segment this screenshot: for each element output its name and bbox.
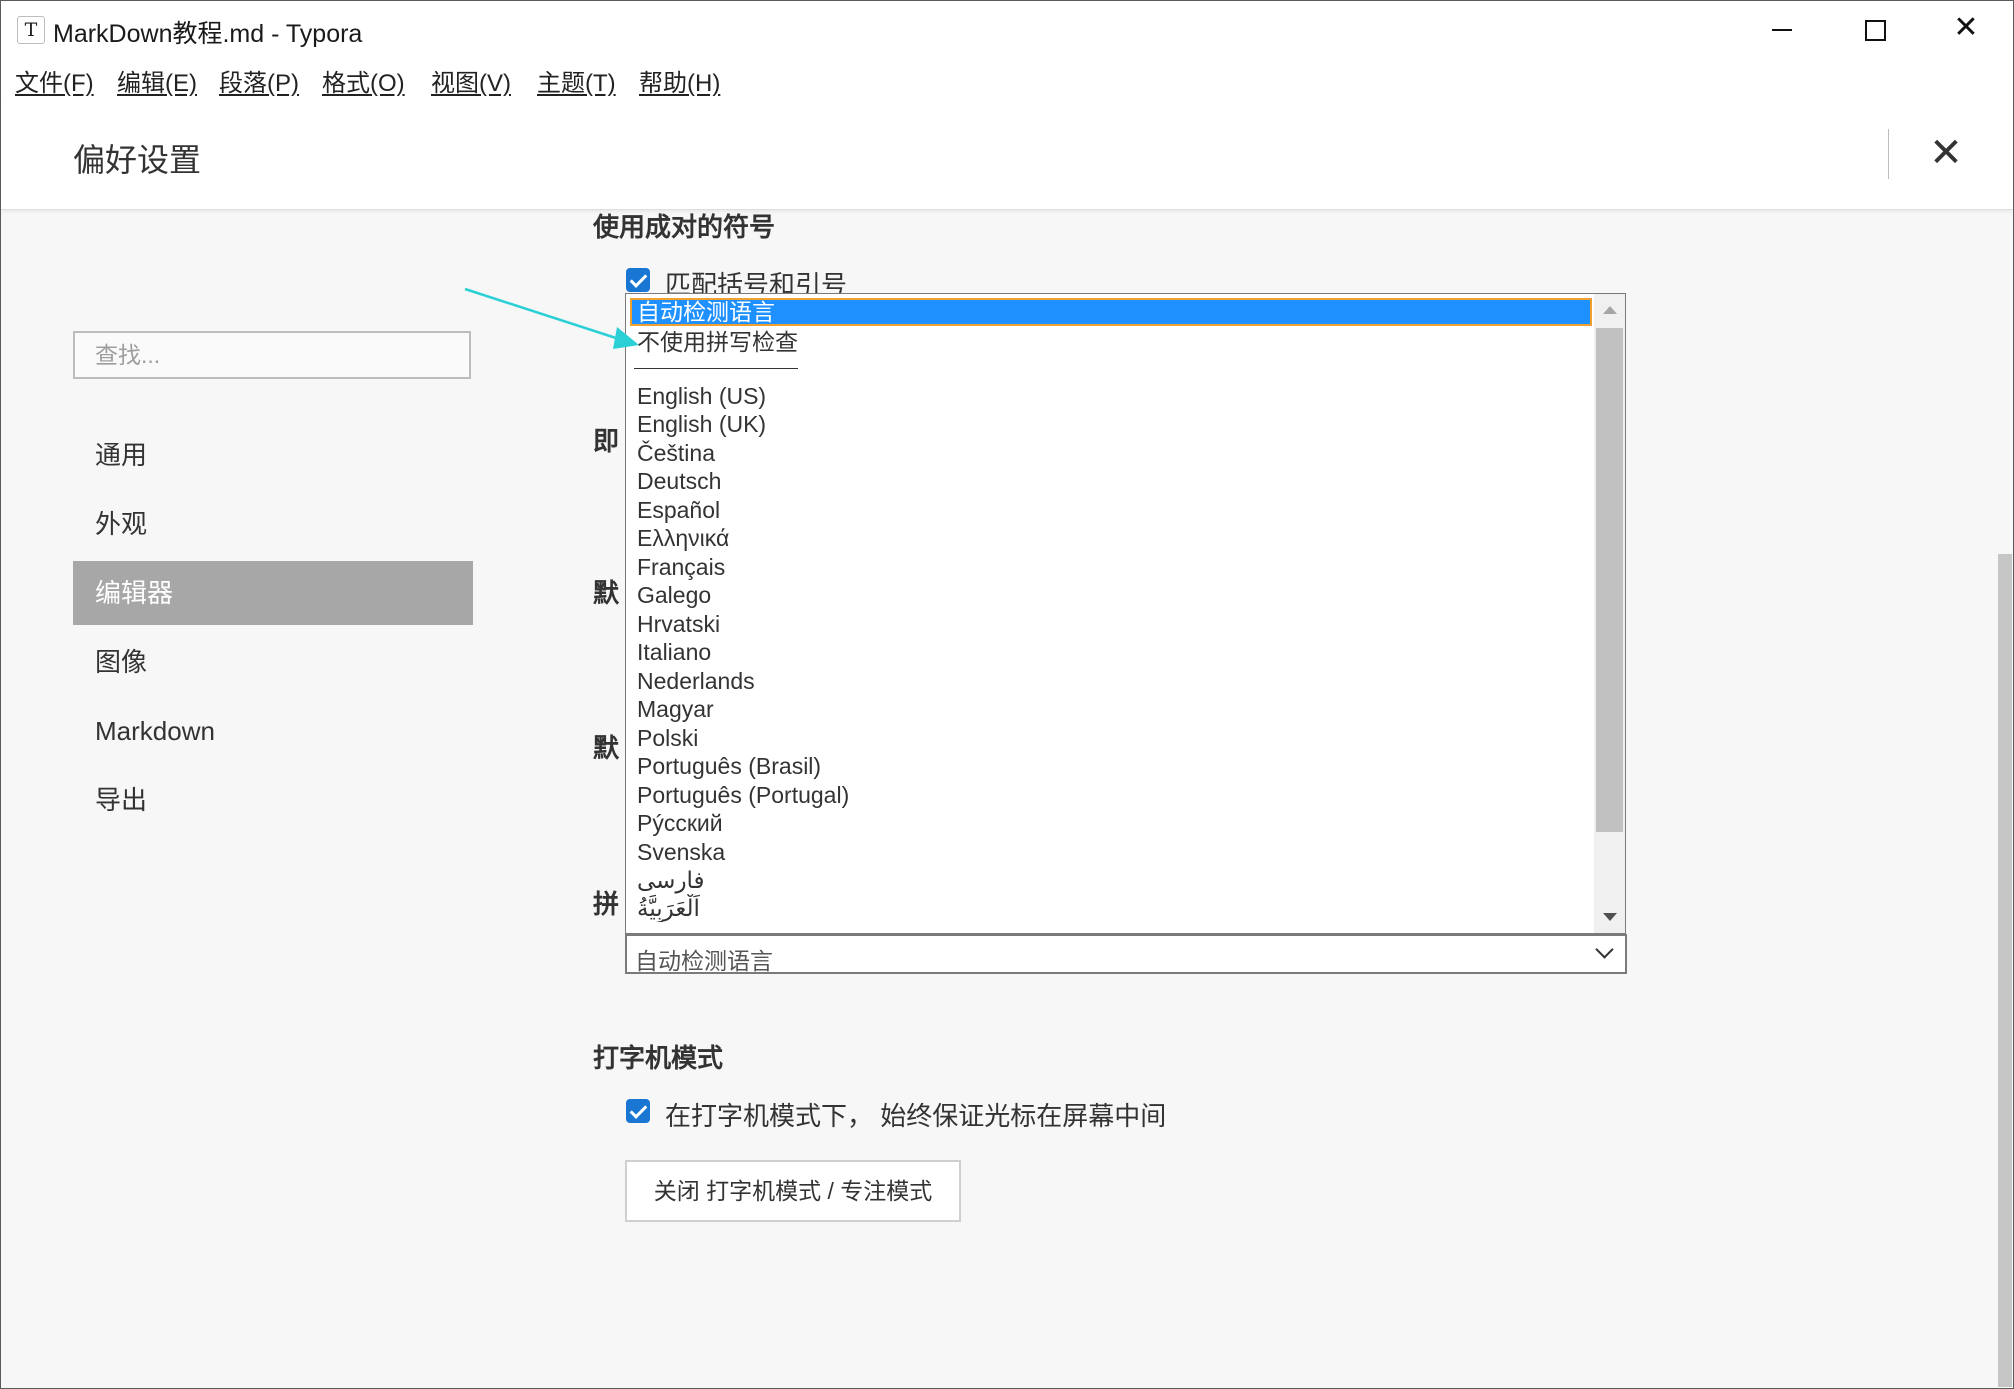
maximize-icon	[1865, 20, 1886, 41]
dropdown-scroll-thumb[interactable]	[1596, 328, 1623, 832]
typewriter-center-checkbox[interactable]	[626, 1099, 650, 1123]
menu-edit[interactable]: 编辑(E)	[117, 63, 197, 98]
typora-app-icon: T	[17, 16, 45, 44]
section-title-paired-symbols: 使用成对的符号	[593, 212, 776, 242]
dropdown-option[interactable]: Italiano	[630, 638, 1592, 666]
preferences-header: 偏好设置 ✕	[1, 103, 2013, 210]
sidebar-item-export[interactable]: 导出	[73, 768, 473, 832]
page-title: 偏好设置	[73, 142, 202, 178]
dropdown-option[interactable]: Рýсский	[630, 809, 1592, 837]
spellcheck-language-dropdown[interactable]: 自动检测语言 不使用拼写检查 English (US) English (UK)…	[625, 293, 1626, 934]
dropdown-option[interactable]: Ελληνικά	[630, 524, 1592, 552]
scroll-up-icon[interactable]	[1603, 306, 1617, 314]
section-title-partial: 默	[593, 578, 620, 608]
dropdown-separator	[634, 368, 798, 369]
menu-file[interactable]: 文件(F)	[15, 63, 94, 98]
menu-bar: 文件(F) 编辑(E) 段落(P) 格式(O) 视图(V) 主题(T) 帮助(H…	[1, 57, 2013, 103]
typora-window: T MarkDown教程.md - Typora ✕ 文件(F) 编辑(E) 段…	[0, 0, 2014, 1389]
sidebar-item-editor[interactable]: 编辑器	[73, 561, 473, 625]
dropdown-option[interactable]: English (US)	[630, 382, 1592, 410]
sidebar-item-image[interactable]: 图像	[73, 630, 473, 694]
chevron-down-icon	[1595, 940, 1614, 959]
dropdown-option[interactable]: Nederlands	[630, 667, 1592, 695]
dropdown-option[interactable]: Polski	[630, 724, 1592, 752]
dropdown-option[interactable]: Svenska	[630, 838, 1592, 866]
title-bar[interactable]: T MarkDown教程.md - Typora ✕	[1, 1, 2013, 57]
close-preferences-button[interactable]: ✕	[1921, 125, 1971, 181]
select-value: 自动检测语言	[635, 948, 773, 974]
section-title-partial: 拼	[593, 889, 620, 919]
dropdown-option[interactable]: 不使用拼写检查	[630, 328, 1592, 356]
dropdown-option[interactable]: فارسی	[630, 866, 1592, 894]
typewriter-center-label: 在打字机模式下， 始终保证光标在屏幕中间	[665, 1101, 1167, 1131]
annotation-arrow-icon	[464, 287, 639, 349]
section-title-partial: 即	[593, 426, 620, 456]
dropdown-option[interactable]: Español	[630, 496, 1592, 524]
dropdown-option[interactable]: Português (Brasil)	[630, 752, 1592, 780]
menu-paragraph[interactable]: 段落(P)	[219, 63, 299, 98]
dropdown-option[interactable]: اَلْعَرَبِيَّةُ	[630, 894, 1592, 922]
header-divider	[1888, 129, 1889, 179]
menu-format[interactable]: 格式(O)	[322, 63, 405, 98]
scroll-down-icon[interactable]	[1603, 913, 1617, 921]
close-icon: ✕	[1953, 10, 1979, 45]
dropdown-option[interactable]: Galego	[630, 581, 1592, 609]
dropdown-option[interactable]: Magyar	[630, 695, 1592, 723]
dropdown-option[interactable]: Čeština	[630, 439, 1592, 467]
menu-help[interactable]: 帮助(H)	[639, 63, 720, 98]
dropdown-option[interactable]: Français	[630, 553, 1592, 581]
menu-view[interactable]: 视图(V)	[431, 63, 511, 98]
page-scrollbar-thumb[interactable]	[1998, 554, 2012, 1387]
dropdown-option[interactable]: Português (Portugal)	[630, 781, 1592, 809]
minimize-button[interactable]	[1736, 1, 1828, 57]
section-title-typewriter: 打字机模式	[593, 1043, 724, 1073]
sidebar-item-markdown[interactable]: Markdown	[73, 699, 473, 763]
toggle-typewriter-focus-button[interactable]: 关闭 打字机模式 / 专注模式	[625, 1160, 961, 1222]
search-input[interactable]	[73, 331, 471, 379]
menu-theme[interactable]: 主题(T)	[537, 63, 616, 98]
section-title-partial: 默	[593, 733, 620, 763]
spellcheck-language-select[interactable]: 自动检测语言	[625, 934, 1627, 974]
sidebar-item-appearance[interactable]: 外观	[73, 492, 473, 556]
maximize-button[interactable]	[1828, 1, 1920, 57]
sidebar-item-general[interactable]: 通用	[73, 423, 473, 487]
dropdown-option[interactable]: 自动检测语言	[630, 298, 1592, 326]
minimize-icon	[1772, 29, 1792, 31]
dropdown-option[interactable]: English (UK)	[630, 410, 1592, 438]
dropdown-option[interactable]: Deutsch	[630, 467, 1592, 495]
dropdown-option[interactable]: Hrvatski	[630, 610, 1592, 638]
close-window-button[interactable]: ✕	[1920, 1, 2012, 57]
window-title: MarkDown教程.md - Typora	[53, 20, 363, 48]
dropdown-scrollbar[interactable]	[1594, 294, 1625, 933]
